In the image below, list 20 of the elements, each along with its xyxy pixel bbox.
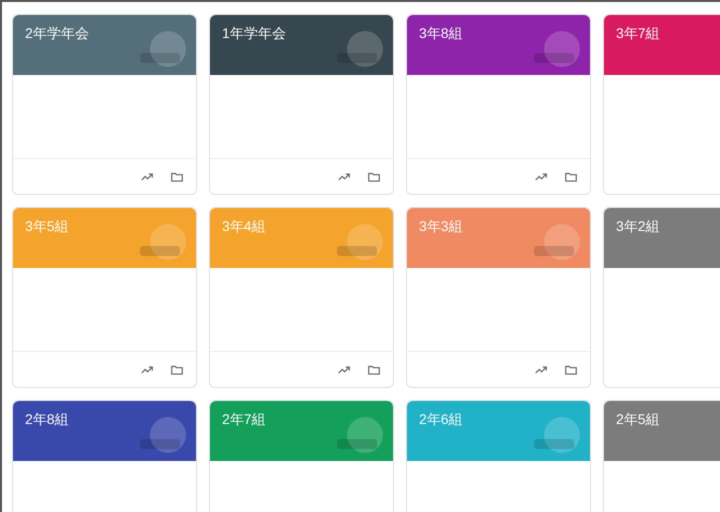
class-title[interactable]: 2年8組 [25,409,69,430]
class-title[interactable]: 2年学年会 [25,23,89,44]
class-card[interactable]: 3年7組 [603,14,720,195]
class-title[interactable]: 3年3組 [419,216,463,237]
class-card[interactable]: 3年8組 [406,14,591,195]
class-title[interactable]: 3年8組 [419,23,463,44]
class-title[interactable]: 2年5組 [616,409,660,430]
class-title[interactable]: 2年7組 [222,409,266,430]
class-card[interactable]: 2年8組 [12,400,197,512]
class-card[interactable]: 3年2組 [603,207,720,388]
class-card[interactable]: 1年学年会 [209,14,394,195]
class-title[interactable]: 3年2組 [616,216,660,237]
class-card[interactable]: 2年7組 [209,400,394,512]
class-title[interactable]: 2年6組 [419,409,463,430]
class-card[interactable]: 2年6組 [406,400,591,512]
class-card[interactable]: 3年3組 [406,207,591,388]
class-title[interactable]: 1年学年会 [222,23,286,44]
class-card[interactable]: 2年5組 [603,400,720,512]
class-title[interactable]: 3年7組 [616,23,660,44]
class-card[interactable]: 2年学年会 [12,14,197,195]
